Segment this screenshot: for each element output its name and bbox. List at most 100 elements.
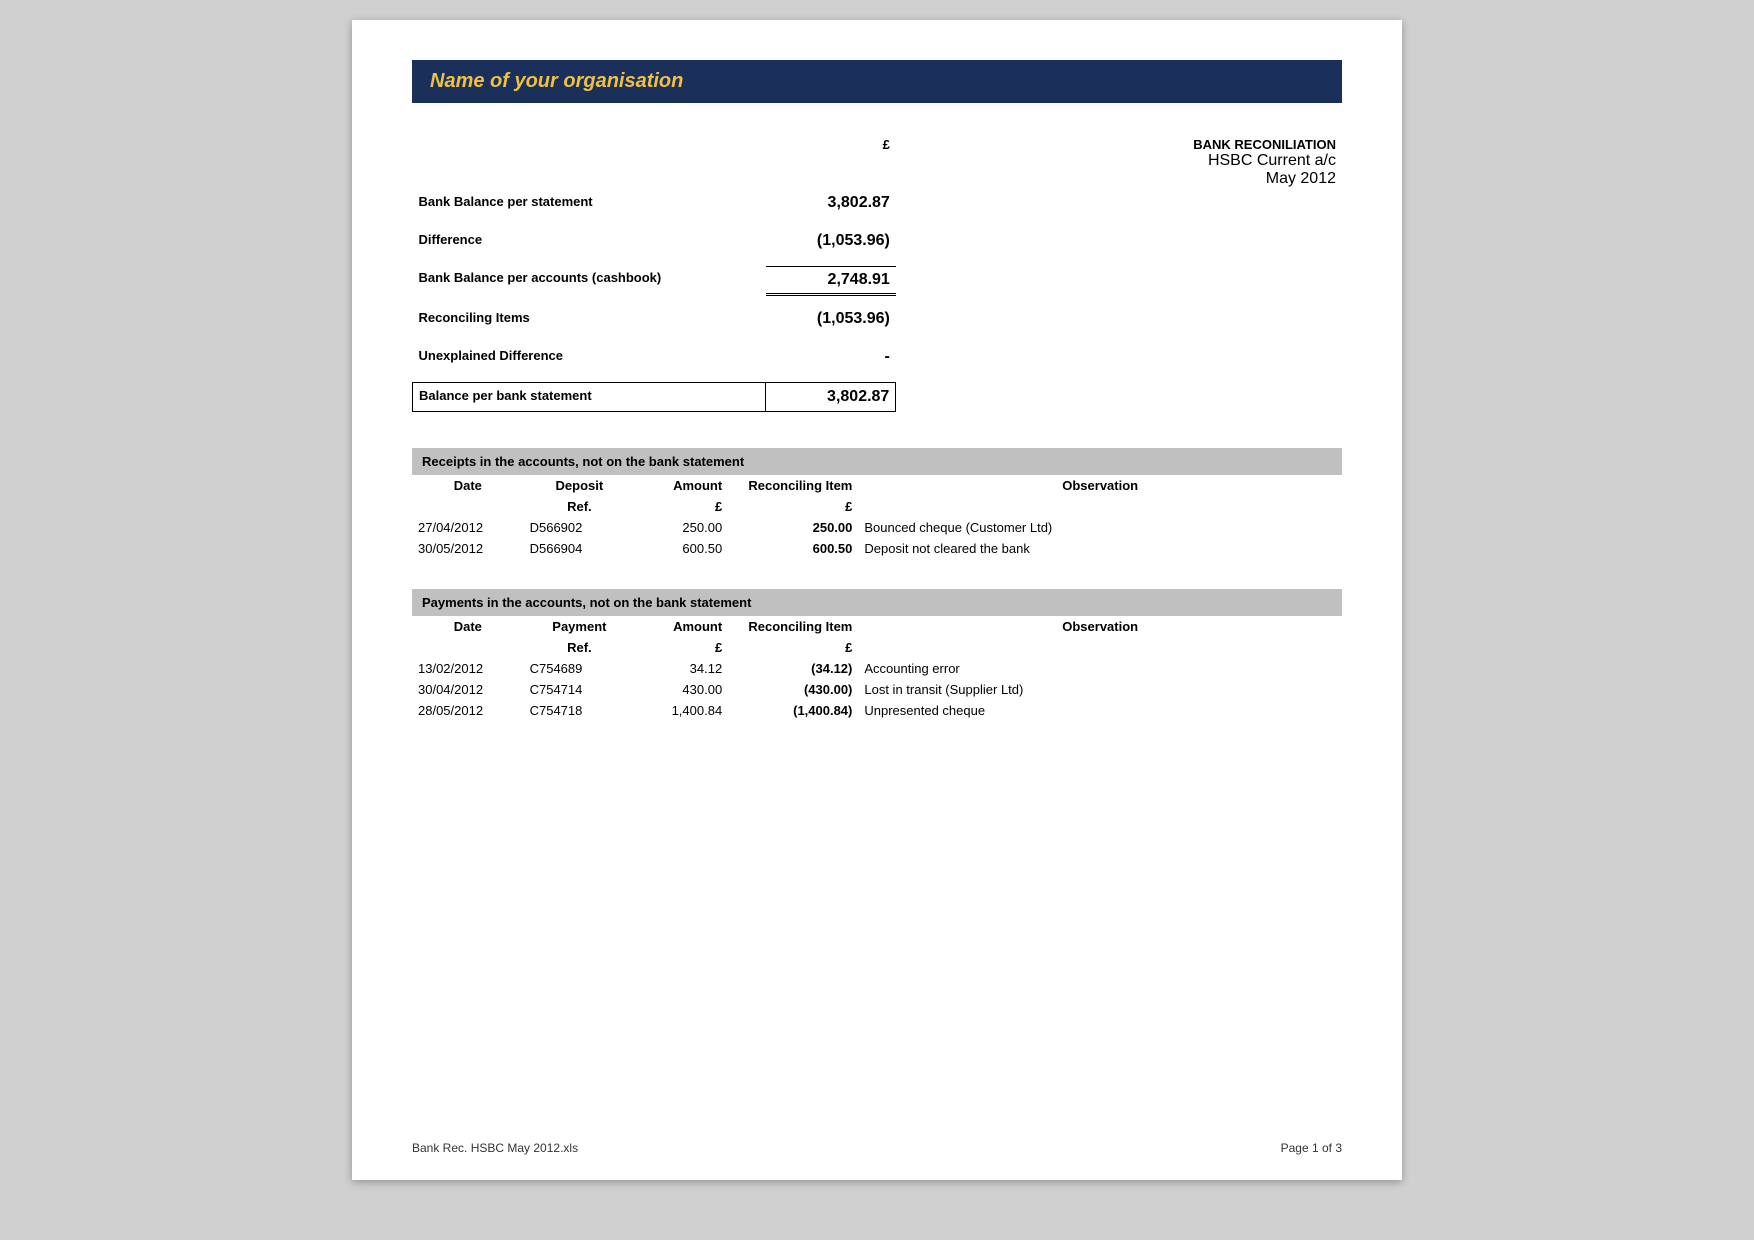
- col-recon-sub: £: [728, 496, 858, 517]
- table-row: 28/05/2012 C754718 1,400.84 (1,400.84) U…: [412, 700, 1342, 721]
- col-date-sub: [412, 496, 524, 517]
- unexplained-row: Unexplained Difference -: [413, 344, 1343, 370]
- balance-bank-value: 3,802.87: [766, 382, 896, 411]
- receipts-table: Date Deposit Amount Reconciling Item Obs…: [412, 475, 1342, 559]
- col-deposit: Deposit: [524, 475, 636, 496]
- summary-table: £ BANK RECONILIATION HSBC Current a/c Ma…: [412, 133, 1342, 412]
- reconciling-value: (1,053.96): [766, 306, 896, 332]
- org-name: Name of your organisation: [430, 70, 683, 92]
- spacer-div2: [412, 579, 1342, 589]
- difference-row: Difference (1,053.96): [413, 228, 1343, 254]
- report-title: BANK RECONILIATION: [902, 137, 1336, 152]
- spacer: [413, 294, 1343, 306]
- spacer: [413, 216, 1343, 228]
- cell-recon: (1,400.84): [728, 700, 858, 721]
- cell-date: 30/05/2012: [412, 538, 524, 559]
- col-obs-sub: [858, 496, 1342, 517]
- unexplained-value: -: [766, 344, 896, 370]
- spacer: [413, 332, 1343, 344]
- receipts-header-row2: Ref. £ £: [412, 496, 1342, 517]
- cell-ref: D566904: [524, 538, 636, 559]
- cell-amount: 430.00: [635, 679, 728, 700]
- col-payment: Payment: [524, 616, 636, 637]
- empty-cell: [896, 190, 1342, 216]
- spacer: [413, 370, 1343, 382]
- cell-amount: 600.50: [635, 538, 728, 559]
- empty-cell: [896, 228, 1342, 254]
- balance-bank-label: Balance per bank statement: [413, 382, 766, 411]
- empty-cell: [896, 344, 1342, 370]
- payments-header-row2: Ref. £ £: [412, 637, 1342, 658]
- spacer: [413, 254, 1343, 266]
- summary-section: £ BANK RECONILIATION HSBC Current a/c Ma…: [412, 133, 1342, 412]
- reconciling-row: Reconciling Items (1,053.96): [413, 306, 1343, 332]
- table-row: 30/05/2012 D566904 600.50 600.50 Deposit…: [412, 538, 1342, 559]
- cashbook-label: Bank Balance per accounts (cashbook): [413, 266, 766, 294]
- footer-filename: Bank Rec. HSBC May 2012.xls: [412, 1141, 578, 1155]
- col-amount-sub: £: [635, 496, 728, 517]
- col-ref-sub: Ref.: [524, 496, 636, 517]
- empty-cell: [896, 306, 1342, 332]
- cell-amount: 250.00: [635, 517, 728, 538]
- payments-section: Payments in the accounts, not on the ban…: [412, 589, 1342, 721]
- table-row: 27/04/2012 D566902 250.00 250.00 Bounced…: [412, 517, 1342, 538]
- col-ref-sub: Ref.: [524, 637, 636, 658]
- empty-cell: [413, 133, 766, 190]
- cell-recon: (34.12): [728, 658, 858, 679]
- cell-ref: D566902: [524, 517, 636, 538]
- report-subtitle1: HSBC Current a/c: [902, 152, 1336, 170]
- col-recon: Reconciling Item: [728, 475, 858, 496]
- cell-ref: C754718: [524, 700, 636, 721]
- org-header: Name of your organisation: [412, 60, 1342, 103]
- col-date-sub: [412, 637, 524, 658]
- cell-date: 30/04/2012: [412, 679, 524, 700]
- page-footer: Bank Rec. HSBC May 2012.xls Page 1 of 3: [412, 1141, 1342, 1155]
- cell-date: 28/05/2012: [412, 700, 524, 721]
- bank-balance-row: Bank Balance per statement 3,802.87: [413, 190, 1343, 216]
- receipts-header-row1: Date Deposit Amount Reconciling Item Obs…: [412, 475, 1342, 496]
- cell-recon: 600.50: [728, 538, 858, 559]
- cell-obs: Deposit not cleared the bank: [858, 538, 1342, 559]
- bank-balance-value: 3,802.87: [766, 190, 896, 216]
- payments-section-header: Payments in the accounts, not on the ban…: [412, 589, 1342, 616]
- cell-date: 27/04/2012: [412, 517, 524, 538]
- col-recon-sub: £: [728, 637, 858, 658]
- currency-header: £: [766, 133, 896, 190]
- empty-cell: [896, 266, 1342, 294]
- document-page: Name of your organisation £ BANK RECONIL…: [352, 20, 1402, 1180]
- receipts-section-header: Receipts in the accounts, not on the ban…: [412, 448, 1342, 475]
- header-row: £ BANK RECONILIATION HSBC Current a/c Ma…: [413, 133, 1343, 190]
- cell-amount: 1,400.84: [635, 700, 728, 721]
- cell-obs: Unpresented cheque: [858, 700, 1342, 721]
- difference-value: (1,053.96): [766, 228, 896, 254]
- cashbook-row: Bank Balance per accounts (cashbook) 2,7…: [413, 266, 1343, 294]
- cell-obs: Accounting error: [858, 658, 1342, 679]
- col-date: Date: [412, 616, 524, 637]
- col-obs: Observation: [858, 616, 1342, 637]
- empty-cell: [896, 382, 1342, 411]
- col-amount-sub: £: [635, 637, 728, 658]
- cell-ref: C754714: [524, 679, 636, 700]
- difference-label: Difference: [413, 228, 766, 254]
- cell-date: 13/02/2012: [412, 658, 524, 679]
- cell-obs: Lost in transit (Supplier Ltd): [858, 679, 1342, 700]
- col-obs-sub: [858, 637, 1342, 658]
- col-recon: Reconciling Item: [728, 616, 858, 637]
- cell-recon: 250.00: [728, 517, 858, 538]
- col-amount: Amount: [635, 616, 728, 637]
- receipts-section: Receipts in the accounts, not on the ban…: [412, 448, 1342, 559]
- report-header-block: BANK RECONILIATION HSBC Current a/c May …: [896, 133, 1342, 190]
- footer-page-info: Page 1 of 3: [1281, 1141, 1342, 1155]
- col-amount: Amount: [635, 475, 728, 496]
- table-row: 30/04/2012 C754714 430.00 (430.00) Lost …: [412, 679, 1342, 700]
- bank-balance-label: Bank Balance per statement: [413, 190, 766, 216]
- col-obs: Observation: [858, 475, 1342, 496]
- cashbook-value: 2,748.91: [766, 266, 896, 294]
- spacer-div: [412, 432, 1342, 448]
- reconciling-label: Reconciling Items: [413, 306, 766, 332]
- cell-recon: (430.00): [728, 679, 858, 700]
- cell-amount: 34.12: [635, 658, 728, 679]
- table-row: 13/02/2012 C754689 34.12 (34.12) Account…: [412, 658, 1342, 679]
- col-date: Date: [412, 475, 524, 496]
- balance-bank-row: Balance per bank statement 3,802.87: [413, 382, 1343, 411]
